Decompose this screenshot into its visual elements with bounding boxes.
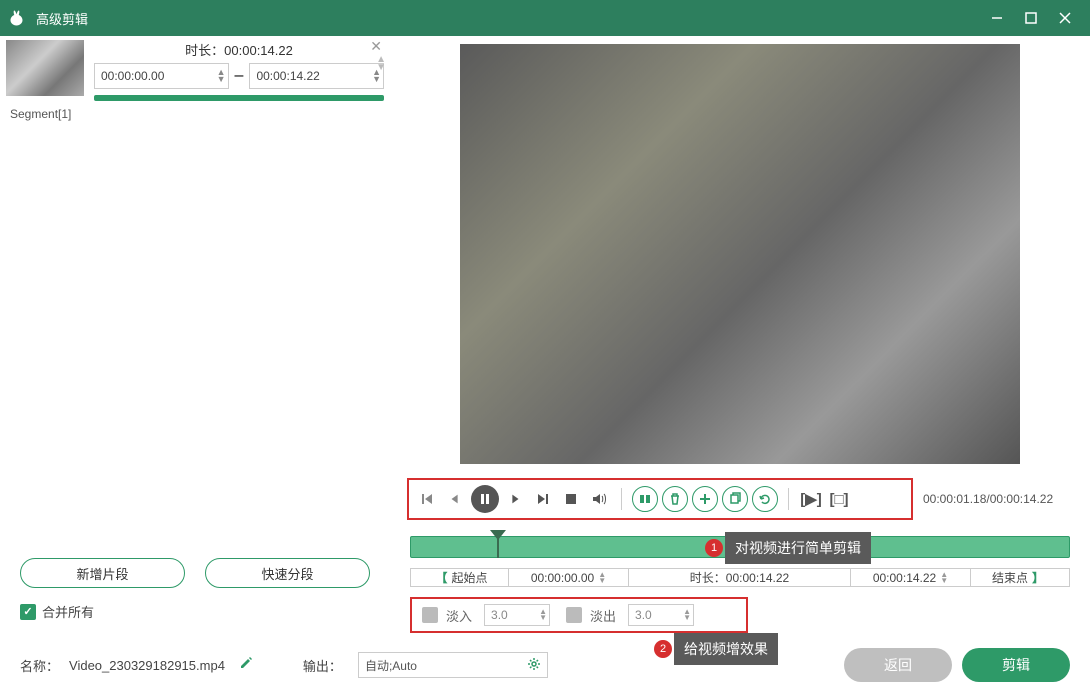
fade-in-input[interactable]: 3.0▲▼ <box>484 604 550 626</box>
skip-start-icon[interactable] <box>415 487 439 511</box>
minimize-button[interactable] <box>980 0 1014 36</box>
segment-reorder-icon[interactable]: ▲▼ <box>376 56 386 72</box>
preview-panel: [▶] [□] 00:00:01.18/00:00:14.22 1 对视频进行简… <box>390 36 1090 631</box>
mark-in-icon[interactable]: [▶] <box>799 487 823 511</box>
back-button[interactable]: 返回 <box>844 648 952 682</box>
next-frame-icon[interactable] <box>503 487 527 511</box>
segment-panel: 时长：00:00:14.22 00:00:00.00 ▲▼ – 00:00:14… <box>0 36 390 631</box>
segment-remove-icon[interactable]: ✕ <box>370 38 382 55</box>
edit-name-icon[interactable] <box>239 656 253 675</box>
playback-toolbar: [▶] [□] <box>407 478 913 520</box>
file-name: Video_230329182915.mp4 <box>69 658 225 673</box>
add-icon[interactable] <box>692 486 718 512</box>
segment-duration-label: 时长：00:00:14.22 <box>94 40 384 59</box>
segment-end-input[interactable]: 00:00:14.22 ▲▼ <box>249 63 384 89</box>
output-select[interactable]: 自动;Auto <box>358 652 548 678</box>
prev-frame-icon[interactable] <box>443 487 467 511</box>
pause-button[interactable] <box>471 485 499 513</box>
range-row: 【起始点 00:00:00.00▲▼ 时长：00:00:14.22 00:00:… <box>410 568 1070 587</box>
segment-range-bar[interactable] <box>94 95 384 101</box>
close-button[interactable] <box>1048 0 1082 36</box>
mark-out-button[interactable]: 结束点】 <box>971 569 1069 586</box>
end-time-input[interactable]: 00:00:14.22▲▼ <box>851 569 971 586</box>
merge-all-checkbox[interactable]: ✓ <box>20 604 36 620</box>
quick-split-button[interactable]: 快速分段 <box>205 558 370 588</box>
gear-icon[interactable] <box>527 657 541 674</box>
fade-in-label: 淡入 <box>446 606 472 625</box>
fade-in-checkbox[interactable] <box>422 607 438 623</box>
new-segment-button[interactable]: 新增片段 <box>20 558 185 588</box>
output-label: 输出： <box>303 656 342 675</box>
segment-item[interactable]: 时长：00:00:14.22 00:00:00.00 ▲▼ – 00:00:14… <box>0 36 390 101</box>
cut-button[interactable]: 剪辑 <box>962 648 1070 682</box>
split-icon[interactable] <box>632 486 658 512</box>
mark-out-icon[interactable]: [□] <box>827 487 851 511</box>
spinner-icon[interactable]: ▲▼ <box>217 69 226 83</box>
mark-in-button[interactable]: 【起始点 <box>411 569 509 586</box>
video-preview[interactable] <box>460 44 1020 464</box>
copy-icon[interactable] <box>722 486 748 512</box>
stop-icon[interactable] <box>559 487 583 511</box>
title-bar: 高级剪辑 <box>0 0 1090 36</box>
segment-name: Segment[1] <box>0 101 390 127</box>
skip-end-icon[interactable] <box>531 487 555 511</box>
time-readout: 00:00:01.18/00:00:14.22 <box>923 492 1053 506</box>
segment-thumbnail <box>6 40 84 96</box>
name-label: 名称： <box>20 656 59 675</box>
undo-icon[interactable] <box>752 486 778 512</box>
fade-controls: 淡入 3.0▲▼ 淡出 3.0▲▼ <box>410 597 748 633</box>
window-title: 高级剪辑 <box>36 9 980 28</box>
fade-out-input[interactable]: 3.0▲▼ <box>628 604 694 626</box>
fade-out-checkbox[interactable] <box>566 607 582 623</box>
bottom-bar: 名称： Video_230329182915.mp4 输出： 自动;Auto 返… <box>0 631 1090 699</box>
maximize-button[interactable] <box>1014 0 1048 36</box>
annotation-1: 1 对视频进行简单剪辑 <box>705 532 871 564</box>
app-logo-icon <box>8 8 28 28</box>
range-duration: 时长：00:00:14.22 <box>629 569 851 586</box>
start-time-input[interactable]: 00:00:00.00▲▼ <box>509 569 629 586</box>
delete-icon[interactable] <box>662 486 688 512</box>
volume-icon[interactable] <box>587 487 611 511</box>
segment-start-input[interactable]: 00:00:00.00 ▲▼ <box>94 63 229 89</box>
fade-out-label: 淡出 <box>590 606 616 625</box>
merge-all-label: 合并所有 <box>42 602 94 621</box>
